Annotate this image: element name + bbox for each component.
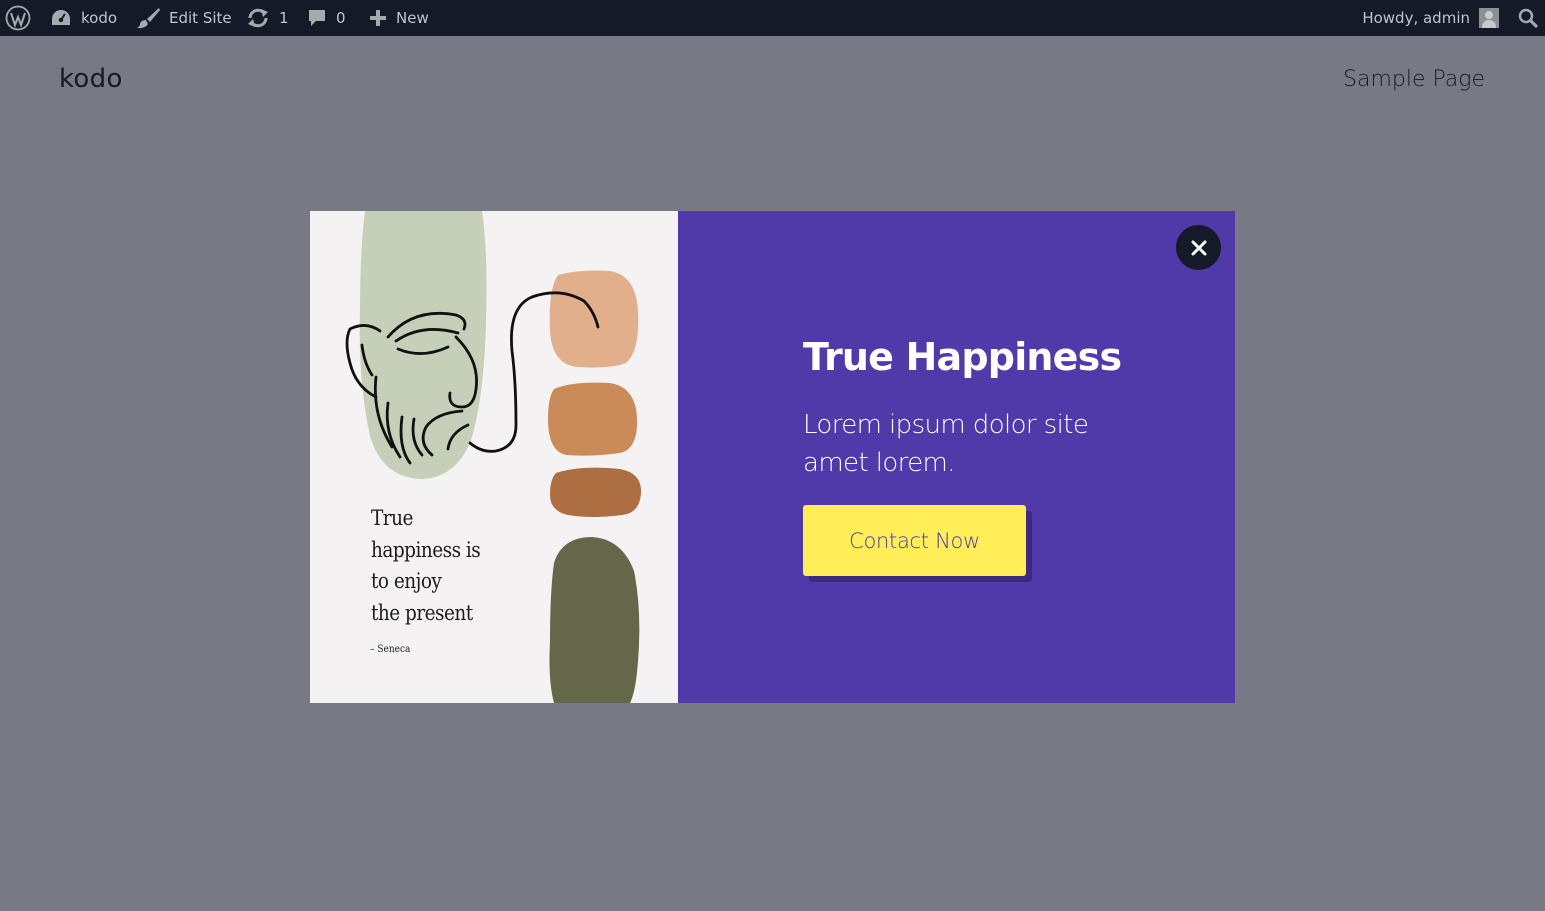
comment-icon (309, 10, 325, 26)
art-author: – Seneca (370, 644, 411, 655)
close-icon (1191, 240, 1206, 255)
plus-icon (370, 10, 386, 26)
comments-count: 0 (336, 9, 346, 27)
edit-site-label: Edit Site (169, 9, 232, 27)
popup-text: Lorem ipsum dolor site amet lorem. (803, 410, 1089, 478)
contact-now-button[interactable]: Contact Now (803, 505, 1026, 576)
quote-line: happiness is (371, 537, 481, 562)
popup-title: True Happiness (803, 335, 1122, 379)
dashboard-icon (52, 10, 70, 25)
my-account-menu[interactable]: Howdy, admin (1362, 0, 1499, 36)
site-name-label: kodo (81, 9, 118, 27)
new-label: New (396, 9, 429, 27)
admin-bar: kodo Edit Site 1 0 New Howdy, admin (0, 0, 1545, 36)
search-icon[interactable] (1518, 0, 1538, 36)
avatar (1479, 8, 1499, 28)
updates-count: 1 (279, 9, 289, 27)
site-title[interactable]: kodo (59, 64, 123, 94)
updates-link[interactable]: 1 (246, 0, 289, 36)
popup-modal: True happiness is to enjoy the present –… (310, 211, 1235, 703)
new-content-menu[interactable]: New (369, 0, 429, 36)
popup-illustration: True happiness is to enjoy the present –… (310, 211, 678, 703)
popup-content: True Happiness Lorem ipsum dolor site am… (678, 211, 1235, 703)
greeting-label: Howdy, admin (1362, 9, 1470, 27)
wordpress-logo-icon[interactable] (5, 0, 31, 36)
art-quote: True happiness is to enjoy the present (371, 503, 481, 629)
quote-line: True (371, 506, 413, 530)
site-name-menu[interactable]: kodo (50, 0, 117, 36)
comments-link[interactable]: 0 (307, 0, 346, 36)
face-illustration (345, 211, 642, 703)
quote-line: the present (371, 600, 473, 625)
updates-icon (248, 8, 268, 28)
quote-line: to enjoy (371, 569, 442, 593)
close-button[interactable] (1176, 225, 1221, 270)
nav-sample-page[interactable]: Sample Page (1343, 67, 1485, 92)
edit-site-link[interactable]: Edit Site (137, 0, 232, 36)
paintbrush-icon (137, 8, 160, 29)
